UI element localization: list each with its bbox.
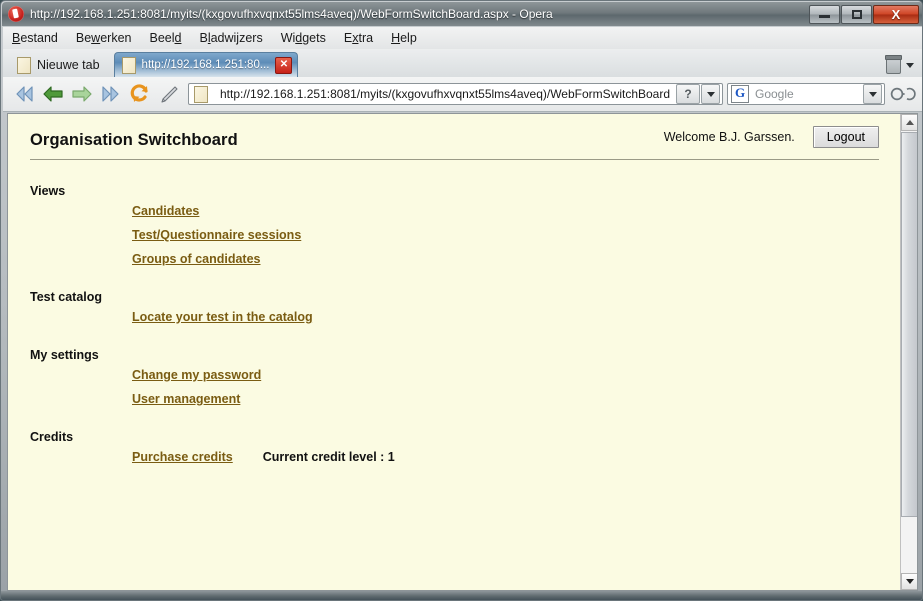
link-row: Change my password: [30, 368, 879, 382]
trash-bin-icon: [885, 54, 902, 74]
page-viewport: Organisation Switchboard Welcome B.J. Ga…: [7, 113, 918, 591]
page-document-icon: [194, 85, 208, 103]
menu-item-bewerken[interactable]: Bewerken: [67, 29, 141, 47]
menu-item-help[interactable]: Help: [382, 29, 426, 47]
link-purchase-credits[interactable]: Purchase credits: [132, 450, 233, 464]
double-chevron-right-icon: [102, 86, 119, 102]
link-row: Groups of candidates: [30, 252, 879, 266]
forward-button[interactable]: [69, 81, 95, 107]
link-test-questionnaire-sessions[interactable]: Test/Questionnaire sessions: [132, 228, 301, 242]
address-input[interactable]: http://192.168.1.251:8081/myits/(kxgovuf…: [220, 87, 676, 101]
browser-window: http://192.168.1.251:8081/myits/(kxgovuf…: [0, 0, 923, 601]
scrollbar-thumb[interactable]: [901, 132, 917, 517]
link-row: Locate your test in the catalog: [30, 310, 879, 324]
fast-forward-button[interactable]: [98, 81, 124, 107]
arrow-right-icon: [72, 86, 92, 102]
new-page-icon: [17, 56, 31, 74]
menu-item-widgets[interactable]: Widgets: [272, 29, 335, 47]
link-candidates[interactable]: Candidates: [132, 204, 199, 218]
section-label-credits: Credits: [30, 430, 74, 444]
link-row: Candidates: [30, 204, 879, 218]
edit-button[interactable]: [156, 81, 182, 107]
menu-item-extra[interactable]: Extra: [335, 29, 382, 47]
logout-button[interactable]: Logout: [812, 126, 879, 148]
trash-menu[interactable]: [885, 53, 914, 77]
tab-label: http://192.168.1.251:80...: [141, 59, 270, 71]
tab-close-icon[interactable]: ✕: [275, 56, 293, 74]
link-change-my-password[interactable]: Change my password: [132, 368, 261, 382]
chevron-down-icon: [706, 91, 715, 97]
back-button[interactable]: [40, 81, 66, 107]
tab-page-icon: [121, 56, 136, 74]
chevron-down-icon: [906, 62, 914, 68]
window-controls: X: [808, 4, 919, 24]
new-tab-button[interactable]: Nieuwe tab: [11, 53, 108, 77]
triangle-up-icon: [905, 120, 914, 125]
window-title: http://192.168.1.251:8081/myits/(kxgovuf…: [30, 7, 553, 21]
close-button[interactable]: X: [873, 4, 919, 24]
arrow-left-icon: [43, 86, 63, 102]
search-box[interactable]: G Google: [727, 83, 885, 105]
header-divider: [30, 159, 879, 160]
maximize-icon: [851, 9, 862, 19]
window-bottom-edge: [1, 591, 922, 600]
welcome-message: Welcome B.J. Garssen.: [663, 130, 795, 144]
title-bar: http://192.168.1.251:8081/myits/(kxgovuf…: [2, 2, 922, 26]
reload-button[interactable]: [127, 81, 153, 107]
scroll-up-button[interactable]: [901, 114, 917, 131]
pencil-icon: [161, 86, 178, 103]
search-engine-dropdown[interactable]: [863, 84, 882, 104]
chevron-down-icon: [868, 91, 877, 97]
new-tab-label: Nieuwe tab: [37, 58, 100, 72]
current-credit-level: Current credit level : 1: [262, 450, 395, 464]
vertical-scrollbar[interactable]: [900, 114, 917, 590]
google-g-icon: G: [731, 85, 749, 103]
minimize-icon: [819, 15, 830, 18]
section-label-views: Views: [30, 184, 66, 198]
zoom-button[interactable]: [889, 81, 917, 107]
opera-logo-icon: [8, 6, 24, 22]
menu-bar: Bestand Bewerken Beeld Bladwijzers Widge…: [3, 27, 922, 50]
scroll-down-button[interactable]: [901, 573, 917, 590]
browser-tab-active[interactable]: http://192.168.1.251:80... ✕: [113, 52, 299, 77]
section-credits: Credits Purchase credits Current credit …: [8, 430, 901, 464]
rewind-button[interactable]: [11, 81, 37, 107]
link-groups-of-candidates[interactable]: Groups of candidates: [132, 252, 261, 266]
address-bar[interactable]: http://192.168.1.251:8081/myits/(kxgovuf…: [188, 83, 723, 105]
navigation-toolbar: http://192.168.1.251:8081/myits/(kxgovuf…: [3, 77, 922, 112]
menu-item-beeld[interactable]: Beeld: [140, 29, 190, 47]
link-user-management[interactable]: User management: [132, 392, 240, 406]
menu-item-bestand[interactable]: Bestand: [3, 29, 67, 47]
section-my-settings: My settings Change my password User mana…: [8, 348, 901, 406]
menu-item-bladwijzers[interactable]: Bladwijzers: [190, 29, 271, 47]
link-row: Purchase credits Current credit level : …: [30, 450, 879, 464]
user-area: Welcome B.J. Garssen. Logout: [664, 126, 879, 150]
reload-circular-arrows-icon: [130, 84, 148, 102]
section-test-catalog: Test catalog Locate your test in the cat…: [8, 290, 901, 324]
section-views: Views Candidates Test/Questionnaire sess…: [8, 184, 901, 266]
search-input[interactable]: Google: [755, 87, 863, 101]
link-locate-your-test-in-the-catalog[interactable]: Locate your test in the catalog: [132, 310, 313, 324]
close-icon: X: [891, 6, 901, 22]
triangle-down-icon: [905, 579, 914, 584]
page-header: Organisation Switchboard Welcome B.J. Ga…: [8, 114, 901, 150]
tab-bar: Nieuwe tab http://192.168.1.251:80... ✕: [3, 49, 922, 78]
web-page: Organisation Switchboard Welcome B.J. Ga…: [8, 114, 901, 590]
maximize-button[interactable]: [841, 4, 872, 24]
minimize-button[interactable]: [809, 4, 840, 24]
address-help-button[interactable]: ?: [676, 84, 700, 104]
page-title: Organisation Switchboard: [30, 131, 238, 149]
link-row: Test/Questionnaire sessions: [30, 228, 879, 242]
section-label-test-catalog: Test catalog: [30, 290, 103, 304]
address-dropdown-button[interactable]: [701, 84, 720, 104]
section-label-my-settings: My settings: [30, 348, 99, 362]
link-row: User management: [30, 392, 879, 406]
glasses-icon: [890, 87, 916, 101]
double-chevron-left-icon: [16, 86, 33, 102]
